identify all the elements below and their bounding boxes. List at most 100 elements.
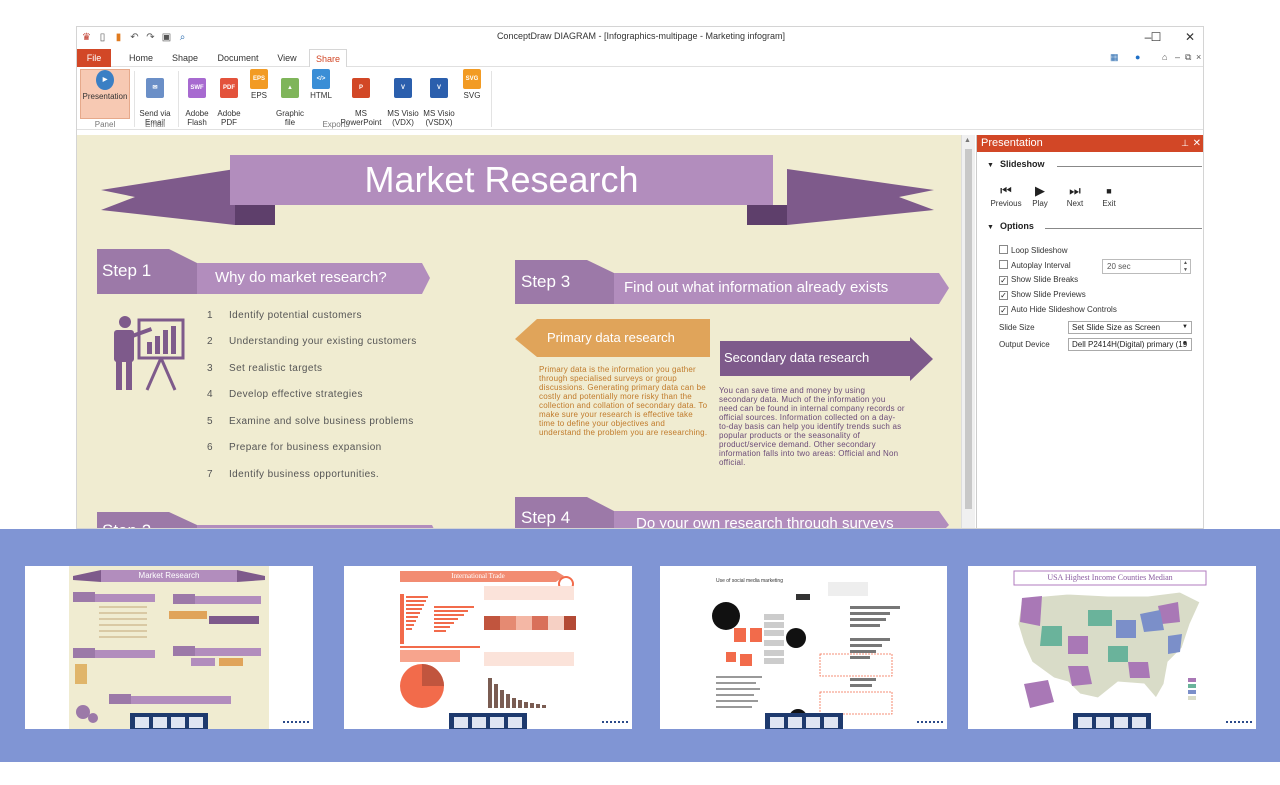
banner-left-tail — [101, 169, 235, 225]
output-device-select[interactable]: Dell P2414H(Digital) primary (19 ▼ — [1068, 338, 1192, 351]
collapse-icon: ▼ — [987, 224, 994, 231]
diagram-canvas[interactable]: Market Research Step 1 Why do market res… — [77, 135, 961, 529]
tab-document[interactable]: Document — [213, 49, 263, 67]
loop-slideshow-checkbox[interactable]: Loop Slideshow — [999, 245, 1067, 255]
tab-file[interactable]: File — [77, 49, 111, 67]
preview-controls[interactable] — [917, 721, 943, 727]
exit-icon: ■ — [1106, 186, 1112, 196]
html-label: HTML — [310, 91, 332, 100]
slide-preview[interactable]: Market Research — [25, 566, 313, 729]
panel-title: Presentation — [981, 137, 1043, 149]
presentation-label: Presentation — [82, 92, 128, 101]
presentation-panel: Presentation ⊥ ✕ ▼ Slideshow ⏮ Previous ▶… — [976, 135, 1203, 528]
preview-controls[interactable] — [602, 721, 628, 727]
ribbon: ▶ Presentation ✉ Send via Email SWF Adob… — [77, 67, 1203, 130]
list-item: 1 Identify potential customers — [207, 310, 362, 321]
step4-heading: Do your own research through surveys — [636, 515, 894, 529]
autoplay-interval-checkbox[interactable]: Autoplay Interval — [999, 260, 1071, 270]
tab-shape[interactable]: Shape — [167, 49, 203, 67]
spin-up-icon[interactable]: ▲ — [1180, 260, 1190, 267]
step1-label: Step 1 — [102, 261, 152, 280]
play-icon: ▶ — [1035, 183, 1045, 198]
options-section[interactable]: ▼ Options — [987, 221, 1202, 231]
scroll-thumb[interactable] — [965, 149, 972, 509]
list-item: 5 Examine and solve business problems — [207, 416, 414, 427]
preview-nav-bar[interactable] — [130, 713, 208, 729]
ms-visio-vdx-button[interactable]: V MS Visio (VDX) — [385, 69, 421, 127]
banner-right-tail — [787, 169, 934, 225]
slide-preview[interactable]: International Trade — [344, 566, 632, 729]
scroll-up-icon[interactable]: ▲ — [964, 137, 971, 144]
output-device-label: Output Device — [999, 340, 1050, 349]
group-email-label: Email — [144, 120, 165, 129]
panel-header: Presentation ⊥ ✕ — [977, 135, 1203, 152]
powerpoint-icon: P — [352, 78, 370, 98]
ms-visio-vsdx-button[interactable]: V MS Visio (VSDX) — [421, 69, 457, 127]
eps-icon: EPS — [250, 69, 268, 89]
ribbon-collapse-icon[interactable]: ⌂ — [1162, 52, 1167, 62]
preview-nav-bar[interactable] — [449, 713, 527, 729]
primary-heading: Primary data research — [547, 330, 675, 345]
exit-button[interactable]: ■ Exit — [1089, 183, 1129, 208]
ms-powerpoint-button[interactable]: P MS PowerPoint — [335, 69, 387, 127]
step3-label: Step 3 — [521, 272, 571, 291]
interval-spinner[interactable]: 20 sec ▲ ▼ — [1102, 259, 1191, 274]
layout-icon[interactable]: ▦ — [1110, 52, 1119, 63]
graphic-file-button[interactable]: ▲ Graphic file — [273, 69, 307, 127]
slide-size-select[interactable]: Set Slide Size as Screen ▼ — [1068, 321, 1192, 334]
slideshow-section[interactable]: ▼ Slideshow — [987, 159, 1202, 169]
send-via-email-button[interactable]: ✉ Send via Email — [136, 69, 174, 127]
image-file-icon: ▲ — [281, 78, 299, 98]
adobe-flash-button[interactable]: SWF Adobe Flash — [181, 69, 213, 127]
visio-vsdx-icon: V — [430, 78, 448, 98]
svg-icon: SVG — [463, 69, 481, 89]
slide-preview[interactable]: Use of social media marketing — [660, 566, 947, 729]
tab-home[interactable]: Home — [123, 49, 159, 67]
preview-controls[interactable] — [1226, 721, 1252, 727]
step4-label: Step 4 — [521, 508, 571, 527]
play-button[interactable]: ▶ Play — [1020, 183, 1060, 208]
window-close-small-icon[interactable]: × — [1196, 52, 1201, 62]
auto-hide-controls-checkbox[interactable]: ✓ Auto Hide Slideshow Controls — [999, 305, 1117, 315]
help-icon[interactable]: ● — [1135, 52, 1140, 62]
step3-heading: Find out what information already exists — [624, 279, 889, 296]
vertical-scrollbar[interactable]: ▲ — [961, 135, 975, 528]
app-window: ♛ ▯ ▮ ↶ ↷ ▣ ⌕ ConceptDraw DIAGRAM - [Inf… — [76, 26, 1204, 529]
slide-size-label: Slide Size — [999, 323, 1035, 332]
window-minimize-small-icon[interactable]: – — [1175, 52, 1180, 62]
window-restore-small-icon[interactable]: ⧉ — [1185, 52, 1191, 63]
presentation-button[interactable]: ▶ Presentation — [80, 69, 130, 119]
email-icon: ✉ — [146, 78, 164, 98]
tab-share[interactable]: Share — [309, 49, 347, 68]
svg-label: SVG — [463, 91, 481, 100]
pin-icon[interactable]: ⊥ — [1181, 135, 1189, 152]
list-item: 2 Understanding your existing customers — [207, 336, 417, 347]
close-button[interactable]: ✕ — [1180, 29, 1200, 45]
title-banner: Market Research — [230, 155, 773, 205]
list-item: 7 Identify business opportunities. — [207, 469, 380, 480]
primary-text: Primary data is the information you gath… — [539, 365, 708, 437]
svg-button[interactable]: SVG SVG — [459, 69, 485, 119]
eps-button[interactable]: EPS EPS — [245, 69, 273, 119]
preview-nav-bar[interactable] — [1073, 713, 1151, 729]
restore-icon[interactable]: ☐ — [1146, 29, 1166, 45]
ribbon-tabs: File Home Shape Document View Share ▦ ● … — [77, 49, 1203, 68]
visio-vdx-icon: V — [394, 78, 412, 98]
show-slide-previews-checkbox[interactable]: ✓ Show Slide Previews — [999, 290, 1086, 300]
step1-heading: Why do market research? — [215, 269, 387, 286]
tab-view[interactable]: View — [271, 49, 303, 67]
presentation-icon: ▶ — [96, 70, 114, 90]
adobe-pdf-button[interactable]: PDF Adobe PDF — [213, 69, 245, 127]
html-button[interactable]: </> HTML — [307, 69, 335, 119]
spin-down-icon[interactable]: ▼ — [1180, 267, 1190, 274]
panel-close-icon[interactable]: ✕ — [1193, 135, 1201, 152]
show-slide-breaks-checkbox[interactable]: ✓ Show Slide Breaks — [999, 275, 1078, 285]
preview-controls[interactable] — [283, 721, 309, 727]
collapse-icon: ▼ — [987, 162, 994, 169]
pdf-icon: PDF — [220, 78, 238, 98]
slide-preview-strip: Market Research International Trade Use … — [0, 529, 1280, 762]
preview-nav-bar[interactable] — [764, 713, 843, 729]
slide-preview[interactable]: USA Highest Income Counties Median — [968, 566, 1256, 729]
list-item: 4 Develop effective strategies — [207, 389, 363, 400]
slide-title: Market Research — [364, 159, 639, 200]
